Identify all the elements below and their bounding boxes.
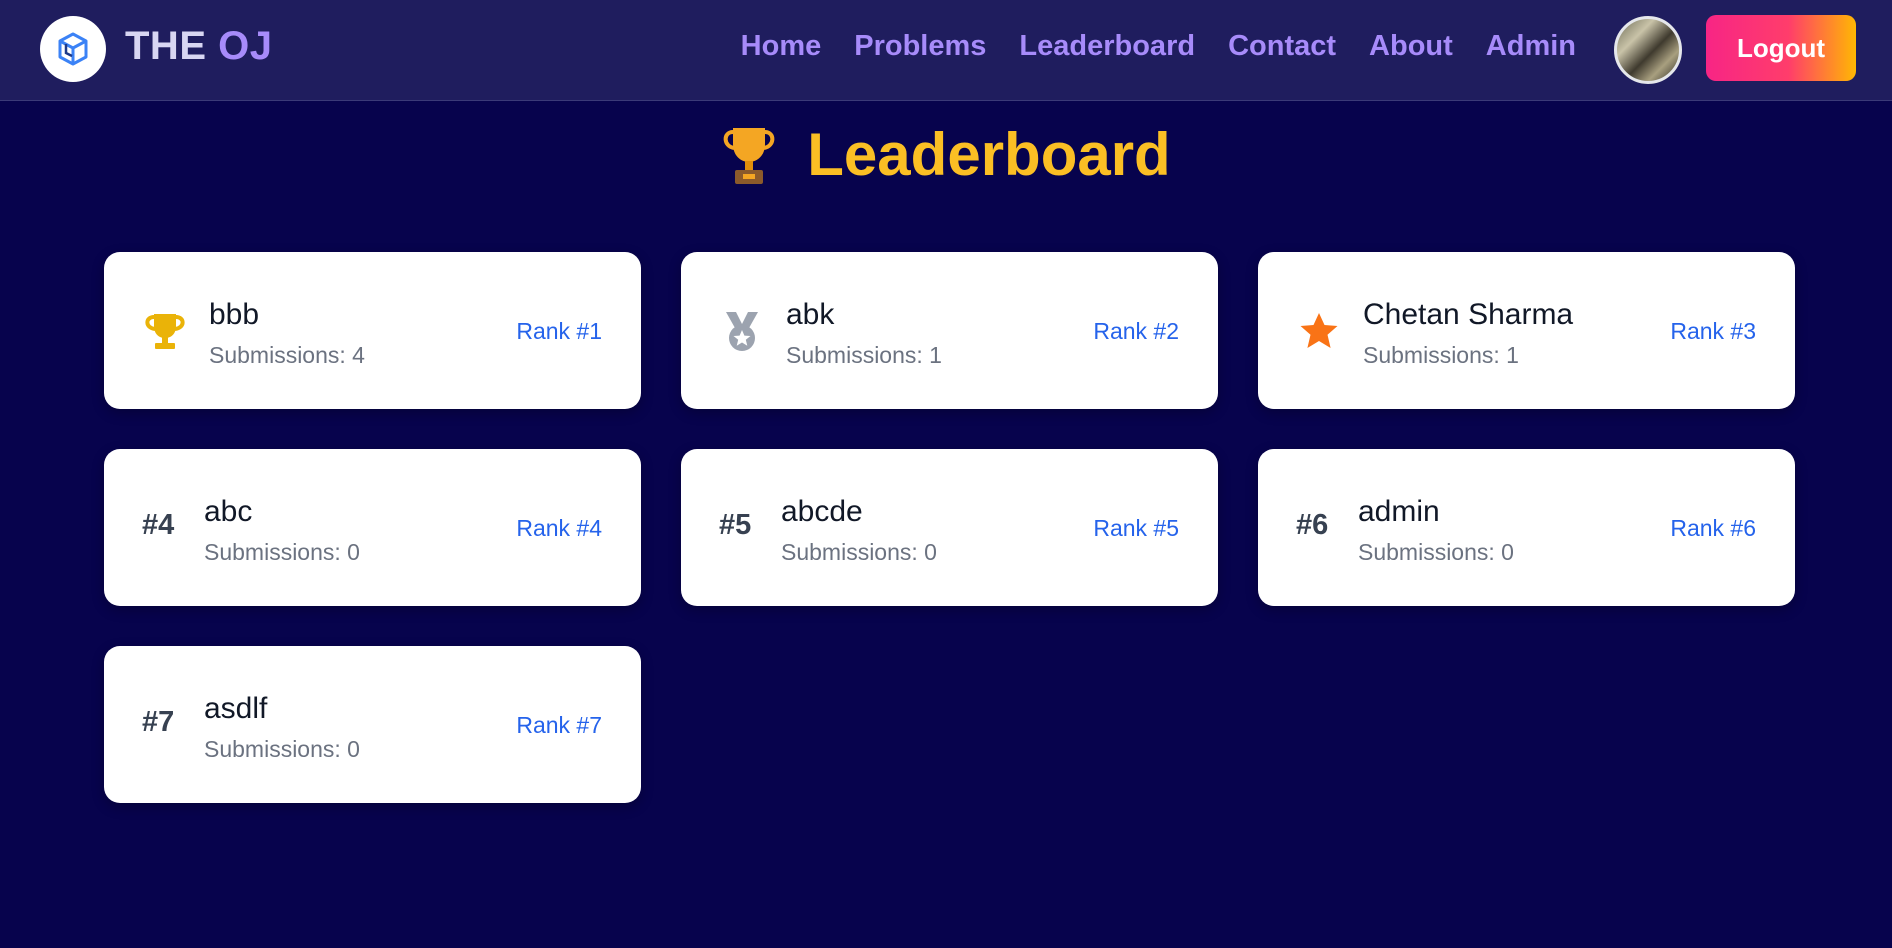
submission-count: Submissions: 1 (786, 342, 942, 368)
nav-home[interactable]: Home (741, 30, 822, 63)
trophy-emoji-icon (723, 127, 775, 184)
rank-number-badge: #6 (1296, 509, 1329, 541)
rank-number-badge: #5 (719, 509, 752, 541)
brand-prefix: THE (125, 24, 219, 68)
rank-badge (142, 308, 188, 354)
medal-icon (726, 312, 758, 351)
rank-link[interactable]: Rank #5 (1093, 515, 1179, 542)
nav-admin[interactable]: Admin (1486, 30, 1576, 63)
navbar: THE OJ Home Problems Leaderboard Contact… (0, 0, 1892, 101)
leaderboard-card: Chetan Sharma Submissions: 1 Rank #3 (1258, 252, 1795, 409)
cube-logo-icon (58, 32, 88, 66)
logo[interactable] (40, 16, 106, 82)
leaderboard-card: bbb Submissions: 4 Rank #1 (104, 252, 641, 409)
nav-leaderboard[interactable]: Leaderboard (1019, 30, 1195, 63)
user-name: abc (204, 495, 253, 528)
leaderboard-card: abk Submissions: 1 Rank #2 (681, 252, 1218, 409)
rank-link[interactable]: Rank #7 (516, 712, 602, 739)
submission-count: Submissions: 1 (1363, 342, 1519, 368)
user-name: asdlf (204, 692, 268, 725)
nav-links: Home Problems Leaderboard Contact About … (741, 30, 1576, 63)
user-name: bbb (209, 298, 260, 331)
rank-number-badge: #7 (142, 706, 175, 738)
rank-link[interactable]: Rank #1 (516, 318, 602, 345)
user-name: Chetan Sharma (1363, 298, 1574, 331)
leaderboard-card: #7 asdlf Submissions: 0 Rank #7 (104, 646, 641, 803)
rank-link[interactable]: Rank #2 (1093, 318, 1179, 345)
page-title: Leaderboard (0, 120, 1892, 189)
user-name: admin (1358, 495, 1440, 528)
star-icon (1300, 313, 1338, 348)
rank-link[interactable]: Rank #4 (516, 515, 602, 542)
submission-count: Submissions: 0 (204, 736, 360, 762)
rank-link[interactable]: Rank #3 (1670, 318, 1756, 345)
nav-contact[interactable]: Contact (1228, 30, 1336, 63)
leaderboard-card: #5 abcde Submissions: 0 Rank #5 (681, 449, 1218, 606)
leaderboard-card: #4 abc Submissions: 0 Rank #4 (104, 449, 641, 606)
submission-count: Submissions: 4 (209, 342, 365, 368)
rank-badge (719, 308, 765, 354)
submission-count: Submissions: 0 (781, 539, 937, 565)
trophy-icon (145, 314, 185, 349)
submission-count: Submissions: 0 (204, 539, 360, 565)
avatar[interactable] (1614, 16, 1682, 84)
leaderboard-grid: bbb Submissions: 4 Rank #1 abk Submissio… (104, 252, 1795, 803)
rank-badge (1296, 308, 1342, 354)
user-name: abcde (781, 495, 863, 528)
user-name: abk (786, 298, 835, 331)
brand-accent: OJ (218, 24, 273, 68)
brand-name[interactable]: THE OJ (125, 24, 272, 69)
page-title-text: Leaderboard (807, 121, 1171, 188)
nav-about[interactable]: About (1369, 30, 1453, 63)
rank-number-badge: #4 (142, 509, 175, 541)
submission-count: Submissions: 0 (1358, 539, 1514, 565)
rank-link[interactable]: Rank #6 (1670, 515, 1756, 542)
leaderboard-card: #6 admin Submissions: 0 Rank #6 (1258, 449, 1795, 606)
nav-problems[interactable]: Problems (854, 30, 986, 63)
logout-button[interactable]: Logout (1706, 15, 1856, 81)
